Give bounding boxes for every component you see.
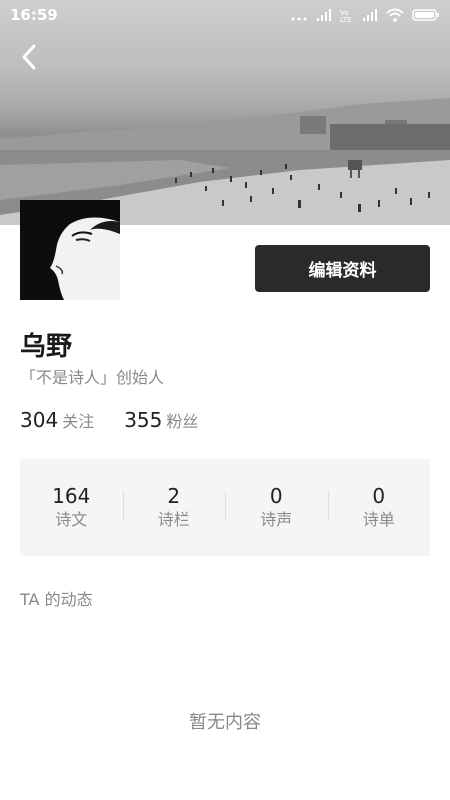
- stat-label: 诗栏: [157, 509, 190, 529]
- back-button[interactable]: [14, 40, 44, 74]
- stat-lists[interactable]: 0 诗单: [327, 483, 431, 531]
- stat-label: 诗单: [362, 509, 395, 529]
- signal-icon: [316, 7, 332, 26]
- status-time: 16:59: [10, 6, 58, 24]
- followers-count: 355: [124, 408, 163, 432]
- stat-poems[interactable]: 164 诗文: [20, 485, 123, 531]
- stat-voices[interactable]: 0 诗声: [225, 485, 328, 531]
- volte-icon: Vo LTE: [340, 8, 352, 24]
- stat-label: 诗文: [55, 509, 88, 529]
- signal-dots-icon: [290, 7, 308, 26]
- stat-value: 2: [167, 483, 181, 508]
- stat-value: 0: [269, 483, 283, 508]
- status-icons: Vo LTE: [290, 7, 440, 26]
- followers-link[interactable]: 355 粉丝: [124, 408, 198, 432]
- profile-bio: 「不是诗人」创始人: [20, 368, 165, 387]
- wifi-icon: [386, 7, 404, 26]
- activity-section-title: TA 的动态: [20, 590, 93, 609]
- profile-name: 乌野: [20, 332, 73, 362]
- avatar[interactable]: [20, 200, 120, 300]
- cover-image: [0, 0, 450, 225]
- beach-photo: [0, 98, 450, 225]
- battery-icon: [412, 7, 440, 26]
- edit-profile-button[interactable]: 编辑资料: [255, 245, 430, 292]
- following-link[interactable]: 304 关注: [20, 408, 94, 432]
- chevron-left-icon: [22, 44, 36, 70]
- stat-columns[interactable]: 2 诗栏: [122, 483, 226, 531]
- status-bar: 16:59 Vo LTE: [0, 0, 450, 32]
- stats-panel: 164 诗文 2 诗栏 0 诗声 0 诗单: [20, 459, 430, 556]
- following-label: 关注: [62, 412, 95, 431]
- stat-value: 164: [52, 483, 91, 508]
- stat-value: 0: [372, 483, 386, 508]
- empty-state-text: 暂无内容: [189, 712, 261, 733]
- stat-label: 诗声: [260, 509, 293, 529]
- follow-stats: 304 关注 355 粉丝: [20, 408, 198, 432]
- followers-label: 粉丝: [166, 412, 199, 431]
- avatar-portrait: [20, 200, 120, 300]
- following-count: 304: [20, 408, 59, 432]
- signal-icon: [362, 7, 378, 26]
